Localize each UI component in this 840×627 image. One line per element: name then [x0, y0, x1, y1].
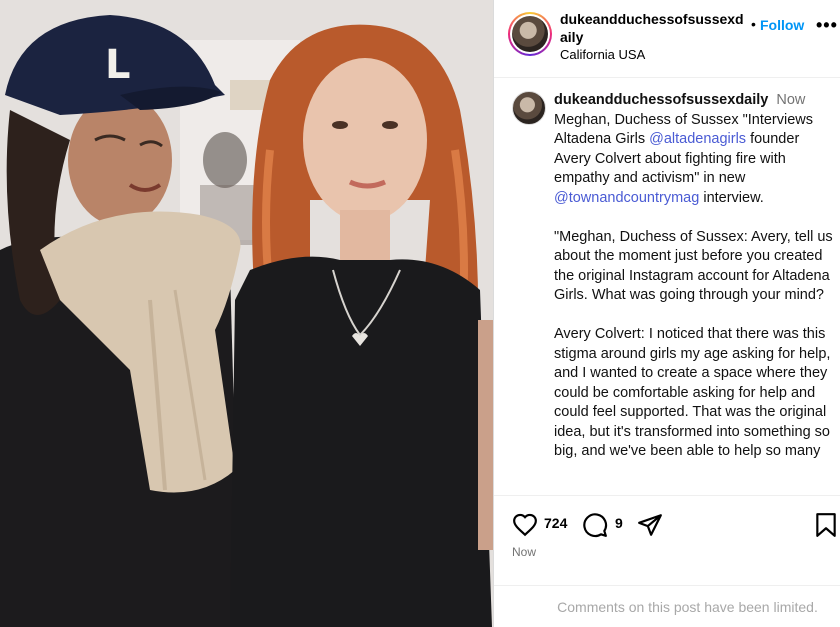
- caption-paragraph-2: "Meghan, Duchess of Sussex: Avery, tell …: [554, 228, 833, 304]
- caption-author-avatar[interactable]: [512, 91, 546, 125]
- author-username[interactable]: dukeandduchessofsussexdaily: [560, 10, 748, 46]
- caption-intro-end: interview.: [699, 189, 764, 206]
- caption-paragraph-3: Avery Colvert: I noticed that there was …: [554, 326, 831, 459]
- caption-time: Now: [776, 92, 806, 108]
- post-sidebar: dukeandduchessofsussexdaily California U…: [493, 0, 840, 627]
- share-icon[interactable]: [637, 512, 663, 538]
- separator-dot: •: [751, 16, 756, 32]
- mention-altadenagirls[interactable]: @altadenagirls: [649, 131, 746, 147]
- post-photo-illustration: L: [0, 0, 493, 627]
- follow-button[interactable]: Follow: [760, 17, 804, 33]
- caption-paragraph-1: dukeandduchessofsussexdaily Now Meghan, …: [554, 91, 834, 208]
- post-header: dukeandduchessofsussexdaily California U…: [494, 0, 840, 78]
- caption-username[interactable]: dukeandduchessofsussexdaily: [554, 92, 768, 108]
- caption-area[interactable]: dukeandduchessofsussexdaily Now Meghan, …: [494, 79, 840, 495]
- author-avatar-image: [512, 16, 548, 52]
- author-avatar[interactable]: [508, 12, 552, 56]
- author-avatar-border: [510, 14, 550, 54]
- post-timestamp[interactable]: Now: [512, 545, 536, 559]
- caption-text: dukeandduchessofsussexdaily Now Meghan, …: [554, 91, 834, 481]
- like-count[interactable]: 724: [544, 515, 567, 531]
- comment-count[interactable]: 9: [615, 515, 623, 531]
- cap-letter: L: [105, 42, 131, 88]
- comment-icon[interactable]: [582, 512, 608, 538]
- more-options-icon[interactable]: •••: [816, 16, 838, 34]
- post-photo[interactable]: L: [0, 0, 493, 627]
- comments-limited-notice: Comments on this post have been limited.: [494, 585, 840, 627]
- action-bar: 724 9 Now: [494, 495, 840, 585]
- mention-townandcountrymag[interactable]: @townandcountrymag: [554, 190, 699, 206]
- bookmark-icon[interactable]: [815, 512, 837, 538]
- heart-icon[interactable]: [512, 512, 538, 538]
- post-location[interactable]: California USA: [560, 47, 645, 63]
